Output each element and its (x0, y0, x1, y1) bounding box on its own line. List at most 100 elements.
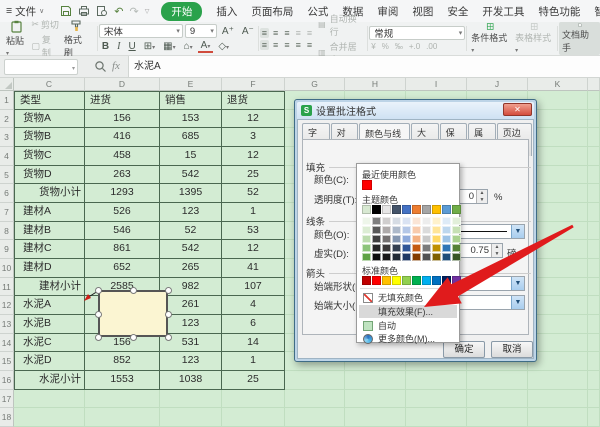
theme-tint-swatch[interactable] (402, 226, 411, 234)
row-header-5[interactable]: 5 (0, 166, 14, 185)
row-header-3[interactable]: 3 (0, 128, 14, 147)
standard-color-swatch[interactable] (432, 276, 441, 285)
menu-tab-2[interactable]: 插入 (216, 4, 237, 19)
standard-color-swatch[interactable] (402, 276, 411, 285)
standard-color-swatch[interactable] (442, 276, 451, 285)
cell-F2[interactable]: 12 (222, 110, 285, 129)
theme-tint-swatch[interactable] (422, 226, 431, 234)
theme-tint-swatch[interactable] (432, 217, 441, 225)
menu-tab-3[interactable]: 页面布局 (251, 4, 293, 19)
col-header-H[interactable]: H (345, 78, 406, 91)
fill-effects-option[interactable]: 填充效果(F)... (359, 305, 457, 318)
comment-resize-handle[interactable] (95, 287, 102, 294)
cell-K7[interactable] (528, 203, 588, 222)
line-weight-spinbox[interactable]: 0.75 ▲▼ (456, 243, 503, 258)
cell-L4[interactable] (588, 147, 600, 166)
cell-L11[interactable] (588, 278, 600, 297)
cell-D5[interactable]: 263 (85, 166, 160, 185)
redo-icon[interactable]: ↷ (129, 5, 138, 18)
cell-D17[interactable] (85, 390, 160, 409)
cell-J18[interactable] (467, 408, 528, 427)
cell-I17[interactable] (406, 390, 467, 409)
cell-K6[interactable] (528, 184, 588, 203)
cell-F9[interactable]: 12 (222, 240, 285, 259)
doc-assistant-button[interactable]: 文档助手 (559, 22, 600, 55)
cell-C17[interactable] (14, 390, 85, 409)
row-header-4[interactable]: 4 (0, 147, 14, 166)
underline-button[interactable]: U (125, 41, 138, 52)
cell-F13[interactable]: 6 (222, 315, 285, 334)
cell-L7[interactable] (588, 203, 600, 222)
cell-C7[interactable]: 建材A (14, 203, 85, 222)
save-icon[interactable] (60, 5, 72, 17)
cell-K10[interactable] (528, 259, 588, 278)
theme-tint-swatch[interactable] (412, 226, 421, 234)
cell-D16[interactable]: 1553 (85, 371, 160, 390)
file-menu[interactable]: ≡ 文件 ∨ (0, 4, 50, 19)
fx-icon[interactable]: fx (112, 60, 120, 72)
menu-tab-6[interactable]: 审阅 (377, 4, 398, 19)
cell-F18[interactable] (222, 408, 285, 427)
currency-icon[interactable]: ¥ (369, 42, 377, 51)
theme-tint-swatch[interactable] (452, 217, 461, 225)
theme-tint-swatch[interactable] (412, 253, 421, 261)
comment-resize-handle[interactable] (130, 287, 137, 294)
cell-K4[interactable] (528, 147, 588, 166)
theme-tint-swatch[interactable] (432, 235, 441, 243)
cell-F17[interactable] (222, 390, 285, 409)
zoom-icon[interactable] (94, 60, 107, 73)
cell-K2[interactable] (528, 110, 588, 129)
paste-button[interactable]: 粘贴▾ (3, 19, 29, 58)
name-box[interactable]: ▾ (4, 59, 78, 75)
menu-tab-11[interactable]: 智能工具箱 (594, 4, 600, 19)
cell-F10[interactable]: 41 (222, 259, 285, 278)
cell-D3[interactable]: 416 (85, 128, 160, 147)
align-top-icon[interactable]: ≡ (260, 28, 269, 38)
theme-tint-swatch[interactable] (432, 226, 441, 234)
formula-input[interactable]: 水泥A (128, 56, 600, 77)
automatic-color-option[interactable]: 自动 (359, 319, 457, 332)
theme-tint-swatch[interactable] (452, 253, 461, 261)
cell-D1[interactable]: 进货 (85, 91, 160, 110)
cell-L15[interactable] (588, 352, 600, 371)
theme-tint-swatch[interactable] (362, 226, 371, 234)
cell-F1[interactable]: 退货 (222, 91, 285, 110)
cell-E13[interactable]: 123 (160, 315, 222, 334)
menu-tab-9[interactable]: 开发工具 (482, 4, 524, 19)
theme-tint-swatch[interactable] (452, 235, 461, 243)
cell-K11[interactable] (528, 278, 588, 297)
cell-K9[interactable] (528, 240, 588, 259)
cell-E17[interactable] (160, 390, 222, 409)
row-header-16[interactable]: 16 (0, 371, 14, 390)
row-header-10[interactable]: 10 (0, 259, 14, 278)
spinner-arrows-icon[interactable]: ▲▼ (491, 244, 502, 257)
cell-E7[interactable]: 123 (160, 203, 222, 222)
cell-C9[interactable]: 建材C (14, 240, 85, 259)
theme-color-swatch[interactable] (442, 205, 451, 214)
theme-tint-swatch[interactable] (442, 253, 451, 261)
theme-tint-swatch[interactable] (372, 226, 381, 234)
cell-E10[interactable]: 265 (160, 259, 222, 278)
cell-C4[interactable]: 货物C (14, 147, 85, 166)
col-header-E[interactable]: E (160, 78, 222, 91)
theme-tint-swatch[interactable] (422, 253, 431, 261)
cell-C11[interactable]: 建材小计 (14, 278, 85, 297)
cell-E1[interactable]: 销售 (160, 91, 222, 110)
highlight-color-icon[interactable]: ◇▾ (215, 41, 232, 52)
cell-F11[interactable]: 107 (222, 278, 285, 297)
cell-K5[interactable] (528, 166, 588, 185)
cell-C18[interactable] (14, 408, 85, 427)
comment-box[interactable] (98, 290, 168, 337)
theme-tint-swatch[interactable] (402, 253, 411, 261)
conditional-format-button[interactable]: 条件格式▾ (468, 22, 512, 55)
theme-tint-swatch[interactable] (362, 253, 371, 261)
col-header[interactable] (588, 78, 600, 91)
theme-tint-swatch[interactable] (432, 244, 441, 252)
theme-tint-swatch[interactable] (382, 235, 391, 243)
cell-L17[interactable] (588, 390, 600, 409)
theme-tint-swatch[interactable] (422, 235, 431, 243)
cell-L9[interactable] (588, 240, 600, 259)
cell-K18[interactable] (528, 408, 588, 427)
table-style-button[interactable]: 表格样式▾ (512, 22, 556, 55)
cell-K1[interactable] (528, 91, 588, 110)
